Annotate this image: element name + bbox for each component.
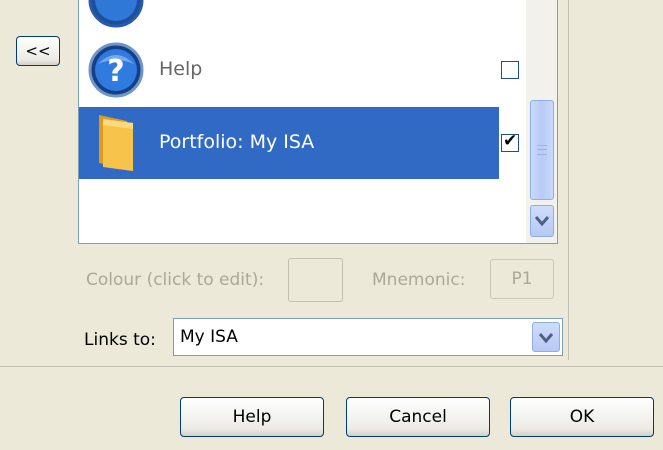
- svg-text:?: ?: [107, 54, 124, 89]
- scroll-down-button[interactable]: [530, 205, 554, 237]
- list-item-label: Portfolio: My ISA: [159, 131, 315, 153]
- vertical-divider: [568, 0, 570, 360]
- links-to-select[interactable]: My ISA: [173, 318, 563, 356]
- chevron-down-icon: [534, 216, 550, 227]
- partial-item-icon: [88, 0, 144, 28]
- list-item-label: Help: [159, 58, 203, 80]
- colour-label: Colour (click to edit):: [86, 270, 265, 290]
- dropdown-button[interactable]: [532, 322, 560, 352]
- cancel-button[interactable]: Cancel: [346, 397, 490, 437]
- links-to-value: My ISA: [180, 327, 238, 347]
- folder-icon: [99, 115, 133, 171]
- grip-icon: [537, 145, 547, 155]
- mnemonic-field[interactable]: P1: [490, 259, 554, 299]
- ok-button[interactable]: OK: [510, 397, 654, 437]
- help-icon: ?: [88, 42, 144, 98]
- mnemonic-label: Mnemonic:: [372, 270, 466, 290]
- help-button[interactable]: Help: [180, 397, 324, 437]
- colour-swatch-button[interactable]: [288, 258, 343, 302]
- list-item-selected[interactable]: Portfolio: My ISA: [79, 107, 499, 179]
- list-scrollbar[interactable]: [526, 0, 557, 243]
- check-icon: ✔: [503, 131, 518, 151]
- chevron-down-icon: [538, 333, 554, 344]
- item-list[interactable]: ? Help Portfolio: My ISA ✔: [78, 0, 558, 244]
- list-item[interactable]: ? Help: [79, 34, 499, 106]
- collapse-button[interactable]: <<: [16, 36, 60, 66]
- help-checkbox[interactable]: [501, 61, 519, 79]
- scrollbar-thumb[interactable]: [530, 100, 554, 200]
- links-to-label: Links to:: [84, 330, 156, 350]
- portfolio-checkbox[interactable]: ✔: [501, 131, 519, 152]
- horizontal-divider: [0, 366, 663, 368]
